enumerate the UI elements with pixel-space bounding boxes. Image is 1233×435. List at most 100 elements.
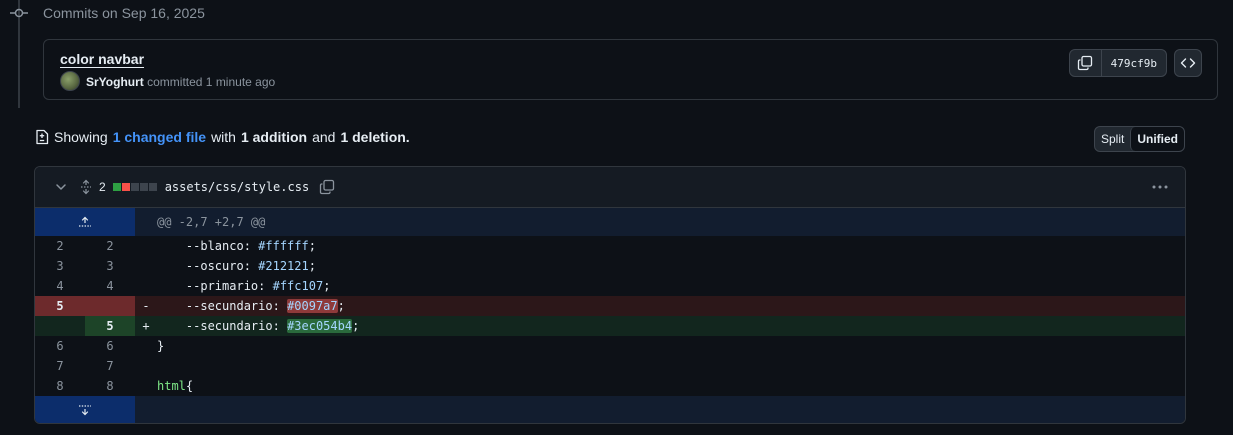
kebab-icon bbox=[1152, 185, 1168, 189]
commit-sha-link[interactable]: 479cf9b bbox=[1102, 50, 1166, 76]
code-line: } bbox=[157, 339, 165, 353]
diff-marker bbox=[135, 236, 157, 256]
diff-lines: 22 --blanco: #ffffff; 3 3 --oscuro: #21212… bbox=[35, 236, 1185, 396]
commit-title-link[interactable]: color navbar bbox=[60, 51, 144, 67]
sha-button-group: 479cf9b bbox=[1068, 49, 1167, 77]
new-line-number[interactable]: 5 bbox=[85, 316, 135, 336]
diff-marker bbox=[135, 276, 157, 296]
css-terminator: ; bbox=[308, 259, 316, 273]
old-line-number[interactable]: 4 bbox=[35, 276, 85, 296]
diff-line-context: 8 8 html{ bbox=[35, 376, 1185, 396]
git-commit-icon bbox=[10, 8, 28, 18]
css-value: #ffc107 bbox=[272, 279, 324, 293]
diff-marker: + bbox=[142, 319, 150, 333]
old-line-number[interactable]: 6 bbox=[35, 336, 85, 356]
chevron-down-icon bbox=[56, 184, 66, 190]
new-line-number[interactable]: 2 bbox=[85, 236, 135, 256]
file-options-button[interactable] bbox=[1151, 179, 1169, 195]
code-line: --secundario: #0097a7; bbox=[157, 296, 1185, 316]
diff-line-context: 6 6} bbox=[35, 336, 1185, 356]
diffstat-block bbox=[121, 183, 130, 191]
file-change-count: 2 bbox=[99, 180, 106, 194]
commit-actions: 479cf9b bbox=[1068, 49, 1202, 77]
css-terminator: ; bbox=[323, 279, 331, 293]
expand-down-button[interactable] bbox=[35, 396, 135, 423]
css-property: --secundario bbox=[185, 319, 273, 333]
file-path-link[interactable]: assets/css/style.css bbox=[165, 180, 310, 194]
hunk-header-row: @@ -2,7 +2,7 @@ bbox=[35, 208, 1185, 236]
summary-with: with bbox=[211, 129, 236, 145]
diff-line-context: 77 bbox=[35, 356, 1185, 376]
diff-line-add: 5 + --secundario: #3ec054b4; bbox=[35, 316, 1185, 336]
file-diff-icon bbox=[36, 129, 49, 145]
collapse-file-button[interactable] bbox=[53, 179, 69, 195]
diffstat-bar bbox=[112, 183, 157, 191]
avatar[interactable] bbox=[60, 71, 80, 91]
code-line: html{ bbox=[157, 376, 1185, 396]
copy-path-icon bbox=[320, 179, 335, 195]
new-line-number[interactable]: 6 bbox=[85, 336, 135, 356]
old-line-number[interactable]: 3 bbox=[35, 256, 85, 276]
diffstat-block bbox=[139, 183, 148, 191]
diffstat-block bbox=[130, 183, 139, 191]
commits-date-header: Commits on Sep 16, 2025 bbox=[43, 5, 205, 21]
old-line-number[interactable] bbox=[35, 316, 85, 336]
diff-marker bbox=[135, 336, 157, 356]
additions-count: 1 addition bbox=[240, 129, 308, 145]
css-value: #212121 bbox=[258, 259, 309, 273]
expand-all-button[interactable] bbox=[79, 179, 93, 195]
diff-line-context: 33 --oscuro: #212121; bbox=[35, 256, 1185, 276]
expand-up-button[interactable] bbox=[35, 208, 135, 236]
new-line-number[interactable]: 4 bbox=[85, 276, 135, 296]
diff-marker: - bbox=[142, 299, 150, 313]
deletions-count: 1 deletion. bbox=[340, 129, 410, 145]
expand-down-icon bbox=[79, 404, 91, 415]
css-terminator: ; bbox=[352, 319, 360, 333]
old-line-number[interactable]: 8 bbox=[35, 376, 85, 396]
browse-code-button[interactable] bbox=[1174, 49, 1202, 77]
css-property: --primario bbox=[185, 279, 259, 293]
css-value: #0097a7 bbox=[287, 299, 338, 313]
css-terminator: ; bbox=[308, 239, 316, 253]
code-text: { bbox=[185, 379, 194, 393]
code-line: --primario: #ffc107; bbox=[157, 276, 1185, 296]
css-terminator: ; bbox=[337, 299, 345, 313]
diff-summary: Showing 1 changed file with 1 addition a… bbox=[35, 129, 410, 145]
css-value: #3ec054b4 bbox=[287, 319, 353, 333]
css-property: --blanco bbox=[185, 239, 244, 253]
hunk-footer-row bbox=[35, 396, 1185, 423]
new-line-number[interactable]: 3 bbox=[85, 256, 135, 276]
new-line-number[interactable]: 7 bbox=[85, 356, 135, 376]
diff-line-del: 5 - --secundario: #0097a7; bbox=[35, 296, 1185, 316]
css-value: #ffffff bbox=[258, 239, 309, 253]
diff-marker bbox=[135, 256, 157, 276]
hunk-footer bbox=[135, 396, 1185, 423]
code-line: --secundario: #3ec054b4; bbox=[157, 316, 1185, 336]
css-property: --secundario bbox=[185, 299, 273, 313]
code-line: --blanco: #ffffff; bbox=[157, 236, 1185, 256]
old-line-number[interactable]: 5 bbox=[35, 296, 85, 316]
summary-and: and bbox=[312, 129, 336, 145]
old-line-number[interactable]: 2 bbox=[35, 236, 85, 256]
split-view-button[interactable]: Split bbox=[1095, 127, 1130, 151]
file-header: 2 assets/css/style.css bbox=[35, 167, 1185, 208]
commit-author-line: SrYoghurt committed 1 minute ago bbox=[86, 75, 275, 89]
copy-icon bbox=[1077, 55, 1093, 71]
author-name-link[interactable]: SrYoghurt bbox=[86, 75, 144, 89]
copy-path-button[interactable] bbox=[319, 179, 335, 195]
unified-view-button[interactable]: Unified bbox=[1130, 127, 1185, 151]
copy-sha-button[interactable] bbox=[1070, 50, 1102, 76]
commit-card: color navbar SrYoghurt committed 1 minut… bbox=[43, 39, 1218, 100]
old-line-number[interactable]: 7 bbox=[35, 356, 85, 376]
expand-up-icon bbox=[79, 216, 91, 227]
diffstat-block bbox=[112, 183, 121, 191]
new-line-number[interactable]: 8 bbox=[85, 376, 135, 396]
changed-files-link[interactable]: 1 changed file bbox=[113, 129, 206, 145]
new-line-number[interactable] bbox=[85, 296, 135, 316]
commit-meta: committed 1 minute ago bbox=[147, 75, 276, 89]
diff-table: @@ -2,7 +2,7 @@ 22 --blanco: #ffffff; 3 3 … bbox=[35, 208, 1185, 423]
